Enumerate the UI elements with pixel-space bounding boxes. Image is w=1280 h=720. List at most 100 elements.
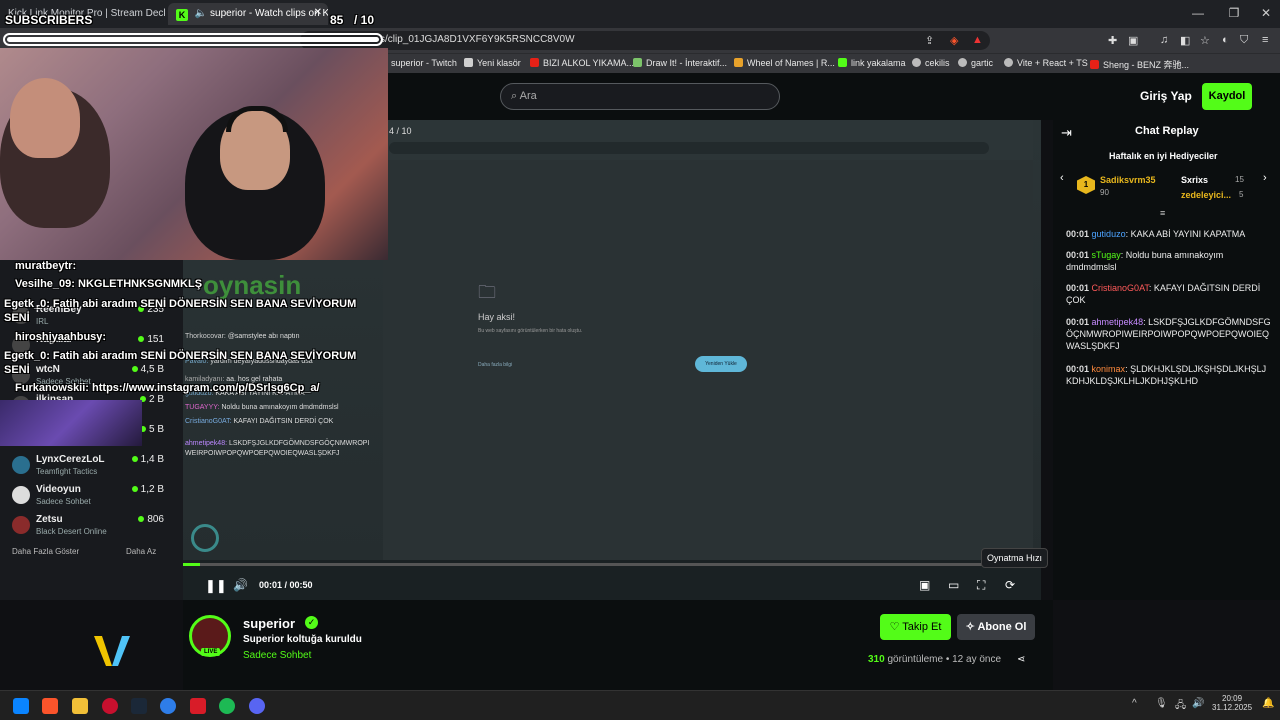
sparkle-icon: ✧	[965, 621, 975, 633]
vpn-icon[interactable]: ⛉	[1240, 34, 1248, 47]
playback-speed-icon[interactable]: ⟳	[1005, 578, 1015, 592]
signup-button[interactable]: Kaydol	[1202, 83, 1252, 110]
bookmark-item[interactable]: Sheng - BENZ 奔驰...	[1090, 58, 1189, 71]
chevron-right-icon[interactable]: ›	[1263, 172, 1267, 184]
gifter-count: 5	[1239, 190, 1244, 199]
bookmark-item[interactable]: Wheel of Names | R...	[734, 58, 835, 68]
stream-title: Superior koltuğa kuruldu	[243, 634, 362, 645]
theater-mode-icon[interactable]: ▭	[948, 578, 959, 592]
folder-icon	[464, 58, 473, 67]
bookmark-item[interactable]: BIZI ALKOL YIKAMA...	[530, 58, 634, 68]
spotify-icon[interactable]	[219, 698, 235, 714]
pause-icon[interactable]: ❚❚	[205, 578, 227, 594]
bookmark-icon[interactable]: ☆	[1200, 34, 1210, 47]
url-bar[interactable]: s/clip_01JGJA8D1VXF6Y9K5RSNCC8V0W	[300, 31, 990, 50]
avatar	[12, 486, 30, 504]
close-tab-icon[interactable]: ✕	[314, 7, 322, 18]
wallet-icon[interactable]: ◐	[1222, 34, 1229, 46]
progress-bar[interactable]	[183, 563, 1041, 566]
follow-button[interactable]: ♡ Takip Et	[880, 614, 951, 640]
live-badge: LIVE	[201, 648, 221, 656]
streamer-name[interactable]: superior	[243, 616, 295, 631]
bookmark-item[interactable]: Vite + React + TS	[1004, 58, 1088, 68]
inner-reload-button: Yeniden Yükle	[695, 356, 747, 372]
microphone-icon[interactable]: 🎙	[1155, 698, 1168, 709]
overlay-chat-line: muratbeytr:	[15, 260, 77, 272]
kick-icon	[838, 58, 847, 67]
overlay-chat-line: Egetk_0: Fatih abi aradım SENİ DÖNERSİN …	[4, 298, 357, 324]
bookmark-item[interactable]: cekilis	[912, 58, 950, 68]
gifter-name[interactable]: Sxrixs	[1181, 175, 1208, 185]
clock[interactable]: 20:09 31.12.2025	[1212, 694, 1252, 712]
pip-icon[interactable]: ▣	[919, 578, 930, 592]
gifter-name[interactable]: Sadiksvrm35	[1100, 175, 1156, 185]
search-input[interactable]: ⌕ Ara	[500, 83, 780, 110]
gifter-name[interactable]: zedeleyici...	[1181, 190, 1231, 200]
notifications-icon[interactable]: 🔔	[1262, 698, 1274, 709]
mouse-cam-overlay	[0, 400, 142, 446]
sidebar-icon[interactable]: ◧	[1180, 34, 1190, 47]
discord-icon[interactable]	[249, 698, 265, 714]
steam-icon[interactable]	[131, 698, 147, 714]
kick-favicon-icon: K	[176, 9, 188, 21]
share-icon[interactable]: ⋖	[1017, 654, 1025, 665]
fullscreen-icon[interactable]: ⛶	[977, 578, 985, 593]
start-icon[interactable]	[13, 698, 29, 714]
share-icon[interactable]: ⇪	[925, 34, 934, 47]
youtube-icon	[530, 58, 539, 67]
sidebar-channel[interactable]: LynxCerezLoL Teamfight Tactics 1,4 B	[8, 452, 180, 480]
volume-icon[interactable]: 🔊	[233, 578, 248, 592]
bookmark-item[interactable]: link yakalama	[838, 58, 906, 68]
inner-error-page: 🗀 Hay aksi! Bu web sayfasını görüntülerk…	[383, 160, 1033, 560]
app-icon[interactable]	[160, 698, 176, 714]
subscribe-button[interactable]: ✧ Abone Ol	[957, 614, 1035, 640]
inner-chat-line: CristianoG0AT: KAFAYI DAĞITSIN DERDİ ÇOK	[185, 418, 334, 425]
tab-title: superior - Watch clips on Kick	[210, 8, 328, 19]
subscribers-label: SUBSCRIBERS	[5, 13, 93, 27]
globe-icon	[912, 58, 921, 67]
network-icon[interactable]: 🖧	[1175, 698, 1186, 715]
inner-error-title: Hay aksi!	[478, 312, 516, 322]
maximize-icon[interactable]: ❐	[1224, 6, 1244, 20]
chevron-up-icon[interactable]: ^	[1132, 698, 1137, 709]
inner-error-desc: Bu web sayfasını görüntülerken bir hata …	[478, 328, 583, 334]
collapse-chat-icon[interactable]: ⇥	[1061, 125, 1072, 141]
screenshot-icon[interactable]: ▣	[1128, 34, 1138, 47]
webcam-overlay	[0, 48, 388, 260]
folder-icon: 🗀	[478, 282, 496, 302]
overlay-chat-line: hiroshiyaahbusy:	[15, 331, 107, 343]
file-explorer-icon[interactable]	[72, 698, 88, 714]
media-icon[interactable]: ♫	[1160, 34, 1168, 46]
channel-logo-icon	[92, 630, 132, 670]
streamer-info-bar: LIVE superior ✓ Superior koltuğa kuruldu…	[183, 600, 1053, 690]
minimize-icon[interactable]: —	[1188, 6, 1208, 20]
login-button[interactable]: Giriş Yap	[1140, 89, 1192, 103]
sound-icon[interactable]: 🔊	[1192, 698, 1204, 709]
brave-rewards-icon[interactable]: ▲	[972, 34, 983, 46]
bookmark-item[interactable]: superior - Twitch	[378, 58, 457, 68]
show-less-link[interactable]: Daha Az	[126, 547, 156, 556]
menu-icon[interactable]: ≡	[1262, 34, 1268, 46]
views-info: 310 görüntüleme • 12 ay önce	[868, 654, 1002, 665]
brave-browser-icon[interactable]	[42, 698, 58, 714]
gifter-rank-badge: 1	[1077, 176, 1095, 194]
watermark-logo-icon	[191, 524, 219, 552]
speaker-icon: 🔈	[194, 8, 208, 19]
tab-superior-clips[interactable]: K 🔈 superior - Watch clips on Kick ✕	[168, 3, 328, 25]
close-window-icon[interactable]: ✕	[1256, 6, 1276, 20]
app-icon[interactable]	[190, 698, 206, 714]
brave-shield-icon[interactable]: ◈	[950, 34, 958, 47]
bookmark-item[interactable]: Draw It! - İnteraktif...	[633, 58, 727, 68]
chat-title: Chat Replay	[1135, 125, 1199, 137]
stream-category[interactable]: Sadece Sohbet	[243, 650, 311, 661]
app-icon[interactable]	[102, 698, 118, 714]
pinned-toggle-icon[interactable]: ≡	[1160, 208, 1165, 218]
sidebar-channel[interactable]: Videoyun Sadece Sohbet 1,2 B	[8, 482, 180, 510]
show-more-link[interactable]: Daha Fazla Göster	[12, 547, 79, 556]
bookmark-item[interactable]: Yeni klasör	[464, 58, 521, 68]
chat-message: 00:01 gutiduzo: KAKA ABİ YAYINI KAPATMA	[1066, 229, 1246, 239]
bookmark-item[interactable]: gartic	[958, 58, 993, 68]
extensions-icon[interactable]: ✚	[1108, 34, 1117, 47]
chevron-left-icon[interactable]: ‹	[1060, 172, 1064, 184]
sidebar-channel[interactable]: Zetsu Black Desert Online 806	[8, 512, 180, 540]
